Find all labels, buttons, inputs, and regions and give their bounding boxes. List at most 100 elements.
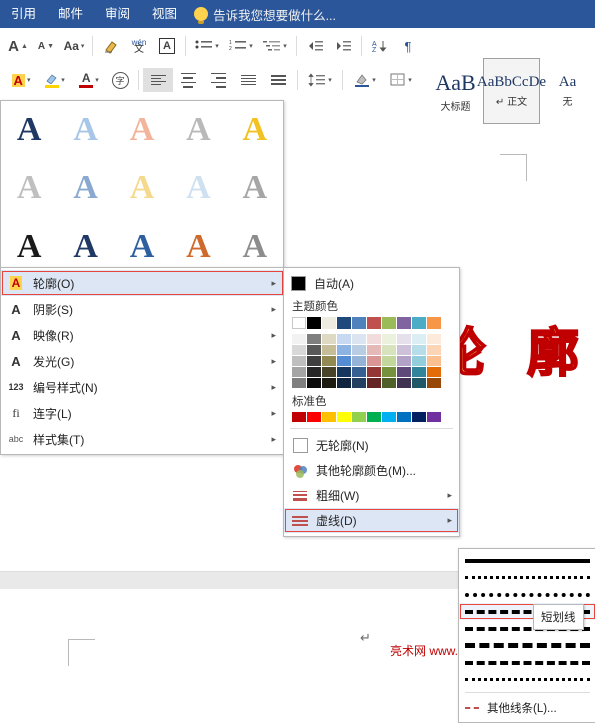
- theme-shade[interactable]: [292, 345, 306, 355]
- no-outline-item[interactable]: 无轮廓(N): [284, 433, 459, 458]
- theme-shade[interactable]: [292, 334, 306, 344]
- theme-shade[interactable]: [322, 334, 336, 344]
- change-case-button[interactable]: Aa ▾: [60, 34, 88, 58]
- standard-color-1[interactable]: [292, 412, 306, 422]
- font-grow-button[interactable]: A ▲: [4, 34, 32, 58]
- menu-item-ligatures[interactable]: fi 连字(L) ▸: [1, 400, 284, 426]
- wordart-gallery[interactable]: A A A A A A A A A A A A A A A: [0, 100, 284, 277]
- theme-shade[interactable]: [352, 367, 366, 377]
- theme-shade[interactable]: [397, 367, 411, 377]
- menu-item-number-styles[interactable]: 123 编号样式(N) ▸: [1, 374, 284, 400]
- standard-color-8[interactable]: [397, 412, 411, 422]
- theme-shade[interactable]: [367, 345, 381, 355]
- menu-item-reflection[interactable]: A 映像(R) ▸: [1, 322, 284, 348]
- line-spacing-button[interactable]: ▾: [302, 68, 338, 92]
- bullets-button[interactable]: ▾: [190, 34, 224, 58]
- theme-shade[interactable]: [352, 334, 366, 344]
- theme-color-9[interactable]: [412, 317, 426, 329]
- theme-shade[interactable]: [412, 367, 426, 377]
- dash-option-square-dot[interactable]: [459, 586, 595, 603]
- dash-option-solid[interactable]: [459, 552, 595, 569]
- theme-shade[interactable]: [412, 356, 426, 366]
- numbering-button[interactable]: 1 2 ▾: [224, 34, 258, 58]
- wordart-style-6[interactable]: A: [1, 159, 57, 217]
- tab-references[interactable]: 引用: [0, 0, 47, 28]
- theme-colors-shades[interactable]: [284, 333, 459, 390]
- standard-color-9[interactable]: [412, 412, 426, 422]
- theme-shade[interactable]: [427, 334, 441, 344]
- theme-shade[interactable]: [337, 378, 351, 388]
- align-left-button[interactable]: [143, 68, 173, 92]
- theme-shade[interactable]: [352, 345, 366, 355]
- wordart-style-5[interactable]: A: [227, 101, 283, 159]
- theme-shade[interactable]: [412, 378, 426, 388]
- theme-shade[interactable]: [427, 356, 441, 366]
- theme-shade[interactable]: [307, 356, 321, 366]
- wordart-style-2[interactable]: A: [57, 101, 113, 159]
- justify-button[interactable]: [233, 68, 263, 92]
- theme-shade[interactable]: [397, 345, 411, 355]
- dash-item[interactable]: 虚线(D) ▸: [284, 508, 459, 533]
- tell-me-box[interactable]: 告诉我您想要做什么...: [194, 5, 336, 24]
- theme-color-6[interactable]: [367, 317, 381, 329]
- theme-shade[interactable]: [322, 356, 336, 366]
- theme-shade[interactable]: [307, 367, 321, 377]
- show-marks-button[interactable]: ¶: [394, 34, 422, 58]
- standard-color-4[interactable]: [337, 412, 351, 422]
- theme-shade[interactable]: [397, 334, 411, 344]
- style-heading1[interactable]: AaB 大标题: [428, 58, 483, 124]
- theme-shade[interactable]: [337, 367, 351, 377]
- more-lines-item[interactable]: 其他线条(L)...: [459, 697, 595, 719]
- enclose-characters-button[interactable]: 字: [106, 68, 134, 92]
- theme-color-2[interactable]: [307, 317, 321, 329]
- theme-shade[interactable]: [292, 356, 306, 366]
- text-effects-button[interactable]: A ▾: [4, 68, 38, 92]
- automatic-color-row[interactable]: 自动(A): [284, 271, 459, 295]
- dash-option-long-dash-dot-dot[interactable]: [459, 671, 595, 688]
- wordart-style-9[interactable]: A: [170, 159, 226, 217]
- theme-color-5[interactable]: [352, 317, 366, 329]
- theme-shade[interactable]: [367, 367, 381, 377]
- weight-item[interactable]: 粗细(W) ▸: [284, 483, 459, 508]
- wordart-style-4[interactable]: A: [170, 101, 226, 159]
- theme-shade[interactable]: [307, 334, 321, 344]
- theme-shade[interactable]: [427, 378, 441, 388]
- menu-item-glow[interactable]: A 发光(G) ▸: [1, 348, 284, 374]
- multilevel-list-button[interactable]: ▾: [258, 34, 292, 58]
- borders-button[interactable]: ▾: [383, 68, 419, 92]
- tab-review[interactable]: 审阅: [94, 0, 141, 28]
- theme-shade[interactable]: [397, 378, 411, 388]
- standard-color-6[interactable]: [367, 412, 381, 422]
- align-right-button[interactable]: [203, 68, 233, 92]
- theme-shade[interactable]: [427, 345, 441, 355]
- wordart-style-3[interactable]: A: [114, 101, 170, 159]
- standard-color-3[interactable]: [322, 412, 336, 422]
- theme-shade[interactable]: [322, 378, 336, 388]
- standard-color-10[interactable]: [427, 412, 441, 422]
- theme-shade[interactable]: [322, 367, 336, 377]
- theme-shade[interactable]: [382, 334, 396, 344]
- theme-color-4[interactable]: [337, 317, 351, 329]
- outline-color-menu[interactable]: 自动(A) 主题颜色 标准色 无轮廓(N) 其他轮廓颜色(M)... 粗细(W)…: [283, 267, 460, 537]
- standard-color-7[interactable]: [382, 412, 396, 422]
- standard-color-2[interactable]: [307, 412, 321, 422]
- wordart-style-1[interactable]: A: [1, 101, 57, 159]
- theme-shade[interactable]: [412, 345, 426, 355]
- theme-shade[interactable]: [307, 378, 321, 388]
- theme-shade[interactable]: [367, 378, 381, 388]
- theme-colors-row-base[interactable]: [284, 316, 459, 331]
- theme-color-10[interactable]: [427, 317, 441, 329]
- theme-shade[interactable]: [337, 334, 351, 344]
- decrease-indent-button[interactable]: [301, 34, 329, 58]
- wordart-style-8[interactable]: A: [114, 159, 170, 217]
- menu-item-outline[interactable]: A 轮廓(O) ▸: [1, 270, 284, 296]
- standard-color-5[interactable]: [352, 412, 366, 422]
- theme-shade[interactable]: [427, 367, 441, 377]
- clear-formatting-button[interactable]: [97, 34, 125, 58]
- theme-shade[interactable]: [382, 356, 396, 366]
- distribute-button[interactable]: [263, 68, 293, 92]
- theme-shade[interactable]: [307, 345, 321, 355]
- theme-color-1[interactable]: [292, 317, 306, 329]
- menu-item-stylistic-sets[interactable]: abc 样式集(T) ▸: [1, 426, 284, 452]
- theme-shade[interactable]: [397, 356, 411, 366]
